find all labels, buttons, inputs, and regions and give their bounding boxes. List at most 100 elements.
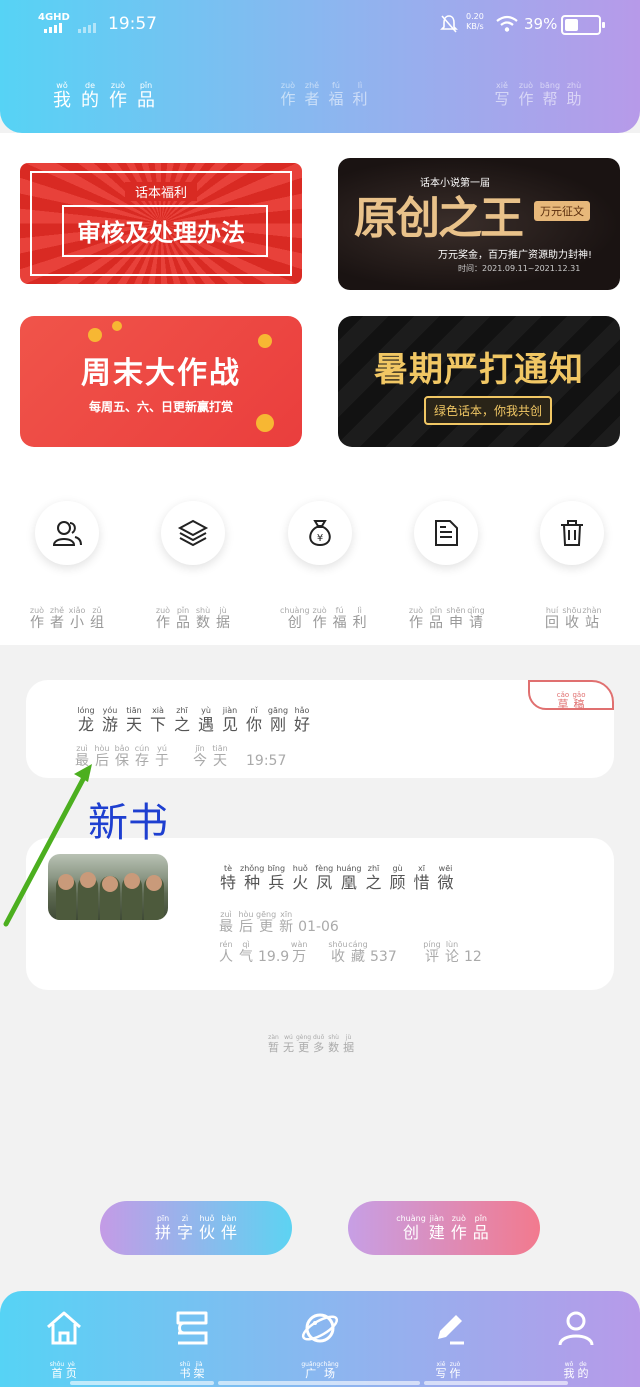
ruby-char: zuò 作 <box>29 606 45 631</box>
author-group-button[interactable] <box>35 501 99 565</box>
header: 4GHD 19:57 0.20 KB/s 39% wǒ 我 de 的 zuò 作 pǐn 品 z… <box>0 0 640 133</box>
ruby-char: jù 据 <box>343 1034 355 1054</box>
tool-label-recycle-bin: huí 回 shōu 收 zhàn 站 <box>542 598 602 631</box>
ruby-char: jù 据 <box>216 606 230 631</box>
net-speed: 0.20 KB/s <box>466 12 484 31</box>
ruby-char: zǔ 组 <box>90 606 104 631</box>
banner-summer-notice[interactable]: 暑期严打通知 绿色话本，你我共创 <box>338 316 620 447</box>
ruby-char: bīng 兵 <box>267 864 286 892</box>
banner-review-rules[interactable]: 话本福利 审核及处理办法 <box>20 163 302 284</box>
ruby-char: pǐn 品 <box>137 81 155 111</box>
ruby-char: zhù 助 <box>566 81 582 108</box>
works-apply-button[interactable] <box>414 501 478 565</box>
tab-author-welfare[interactable]: zuò 作 zhě 者 fú 福 lì 利 <box>276 73 372 108</box>
tab-bookshelf[interactable]: shū 书 jià 架 <box>162 1309 222 1380</box>
tab-profile[interactable]: wǒ 我 de 的 <box>546 1309 606 1380</box>
ruby-char: xī 惜 <box>413 864 430 892</box>
coin-icon <box>256 414 274 432</box>
creation-welfare-button[interactable]: ¥ <box>288 501 352 565</box>
banner-title: 暑期严打通知 <box>374 350 584 390</box>
ruby-char: zuò 作 <box>449 1361 461 1380</box>
coin-icon <box>112 321 122 331</box>
ruby-char: zhàn 站 <box>582 606 602 631</box>
ruby-char: huáng 凰 <box>336 864 362 892</box>
ruby-char: shù 数 <box>195 606 211 631</box>
tab-write[interactable]: xiě 写 zuò 作 <box>418 1309 478 1380</box>
ruby-char: shǒu 首 <box>49 1361 65 1380</box>
banner-subtitle: 每周五、六、日更新赢打赏 <box>88 400 233 414</box>
ruby-char: cún 存 <box>134 744 150 769</box>
tab-writing-help[interactable]: xiě 写 zuò 作 bāng 帮 zhù 助 <box>490 73 586 108</box>
ruby-char: hǎo 好 <box>293 706 310 734</box>
work-card[interactable]: tè 特 zhǒng 种 bīng 兵 huǒ 火 fèng 凤 huáng 凰 zhī 之 gù 顾 xī 惜 w… <box>26 838 614 990</box>
ruby-char: huǒ 伙 <box>198 1214 215 1243</box>
tool-label-works-data: zuò 作 pǐn 品 shù 数 jù 据 <box>153 598 233 631</box>
ruby-char: zuò 作 <box>450 1214 467 1243</box>
wifi-icon <box>496 15 518 32</box>
banner-original-king[interactable]: 话本小说第一届 原创之王 万元征文 万元奖金，百万推广资源助力封神! 时间：20… <box>338 158 620 290</box>
tab-square[interactable]: guǎng 广 chǎng 场 <box>290 1309 350 1380</box>
banner-subtitle: 万元奖金，百万推广资源助力封神! <box>438 250 593 261</box>
signal-icon <box>44 23 62 33</box>
annotation-arrow <box>3 764 92 927</box>
annotation-label: 新书 <box>88 800 168 846</box>
ruby-char: nǐ 你 <box>245 706 262 734</box>
ruby-char: wǒ 我 <box>53 81 71 111</box>
ruby-char: shōu 收 <box>328 940 348 965</box>
ruby-char: pǐn 品 <box>176 606 190 631</box>
ruby-char: gù 顾 <box>389 864 406 892</box>
ruby-char: pīn 拼 <box>154 1214 171 1243</box>
ruby-char: jiàn 建 <box>428 1214 445 1243</box>
ruby-char: rén 人 <box>219 940 233 965</box>
ruby-char: zhǒng 种 <box>240 864 265 892</box>
ruby-char: chuàng 创 <box>280 606 310 631</box>
banner-weekend-battle[interactable]: 周末大作战 每周五、六、日更新赢打赏 <box>20 316 302 447</box>
create-work-button[interactable]: chuàng 创 jiàn 建 zuò 作 pǐn 品 <box>348 1201 540 1255</box>
ruby-char: zuò 作 <box>408 606 424 631</box>
ruby-char: tiān 天 <box>212 744 228 769</box>
tool-label-author-group: zuò 作 zhě 者 xiǎo 小 zǔ 组 <box>27 598 107 631</box>
ruby-char: zuò 作 <box>109 81 127 111</box>
ruby-char: zuò 作 <box>155 606 171 631</box>
ruby-char: yù 遇 <box>197 706 214 734</box>
ruby-char: shēn 申 <box>446 606 466 631</box>
banner-title: 原创之王 <box>354 193 524 244</box>
ruby-char: zhě 者 <box>49 606 65 631</box>
ruby-char: wǒ 我 <box>563 1361 575 1380</box>
ruby-char: zàn 暂 <box>268 1034 279 1054</box>
works-data-button[interactable] <box>161 501 225 565</box>
ruby-char: shū 书 <box>179 1361 191 1380</box>
tab-my-works[interactable]: wǒ 我 de 的 zuò 作 pǐn 品 <box>48 73 160 111</box>
ruby-char: cǎo 草 <box>556 691 570 711</box>
banner-tag: 话本福利 <box>124 182 198 201</box>
ruby-char: wēi 微 <box>437 864 454 892</box>
banner-badge: 万元征文 <box>534 201 590 221</box>
tab-home[interactable]: shǒu 首 yè 页 <box>34 1309 94 1380</box>
ruby-char: tiān 天 <box>125 706 142 734</box>
bookshelf-icon <box>176 1311 208 1345</box>
ruby-char: wú 无 <box>283 1034 294 1054</box>
ruby-char: shù 数 <box>328 1034 340 1054</box>
recycle-bin-button[interactable] <box>540 501 604 565</box>
ruby-char: chǎng 场 <box>320 1361 339 1380</box>
home-icon <box>47 1311 81 1345</box>
ruby-char: huǒ 火 <box>292 864 309 892</box>
ruby-char: zhī 之 <box>365 864 382 892</box>
ruby-char: huí 回 <box>545 606 559 631</box>
ruby-char: lì 利 <box>352 606 367 631</box>
signal-icon-secondary <box>78 23 96 33</box>
no-more-data: zàn 暂 wú 无 gèng 更 duō 多 shù 数 jù 据 <box>266 1024 356 1054</box>
work-title: lóng 龙 yóu 游 tiān 天 xià 下 zhī 之 yù 遇 jiàn 见 nǐ 你 gāng 刚 hǎ… <box>74 698 314 734</box>
work-card-draft[interactable]: cǎo 草 gǎo 稿 lóng 龙 yóu 游 tiān 天 xià 下 zhī 之 yù 遇 jiàn 见 n… <box>26 680 614 778</box>
clock: 19:57 <box>108 14 157 34</box>
ruby-char: zuò 作 <box>312 606 327 631</box>
ruby-char: shōu 收 <box>562 606 582 631</box>
planet-icon <box>301 1313 339 1343</box>
profile-icon <box>558 1311 594 1346</box>
ruby-char: bàn 伴 <box>220 1214 237 1243</box>
ruby-char: fú 福 <box>328 81 344 108</box>
work-popularity: rén 人 qì 气 19.9 wàn 万 <box>216 932 309 965</box>
ruby-char: jiàn 见 <box>221 706 238 734</box>
work-saved-time: zuì 最 hòu 后 bǎo 保 cún 存 yú 于 jīn 今 tiān 天 19:57 <box>72 736 286 769</box>
find-partner-button[interactable]: pīn 拼 zì 字 huǒ 伙 bàn 伴 <box>100 1201 292 1255</box>
